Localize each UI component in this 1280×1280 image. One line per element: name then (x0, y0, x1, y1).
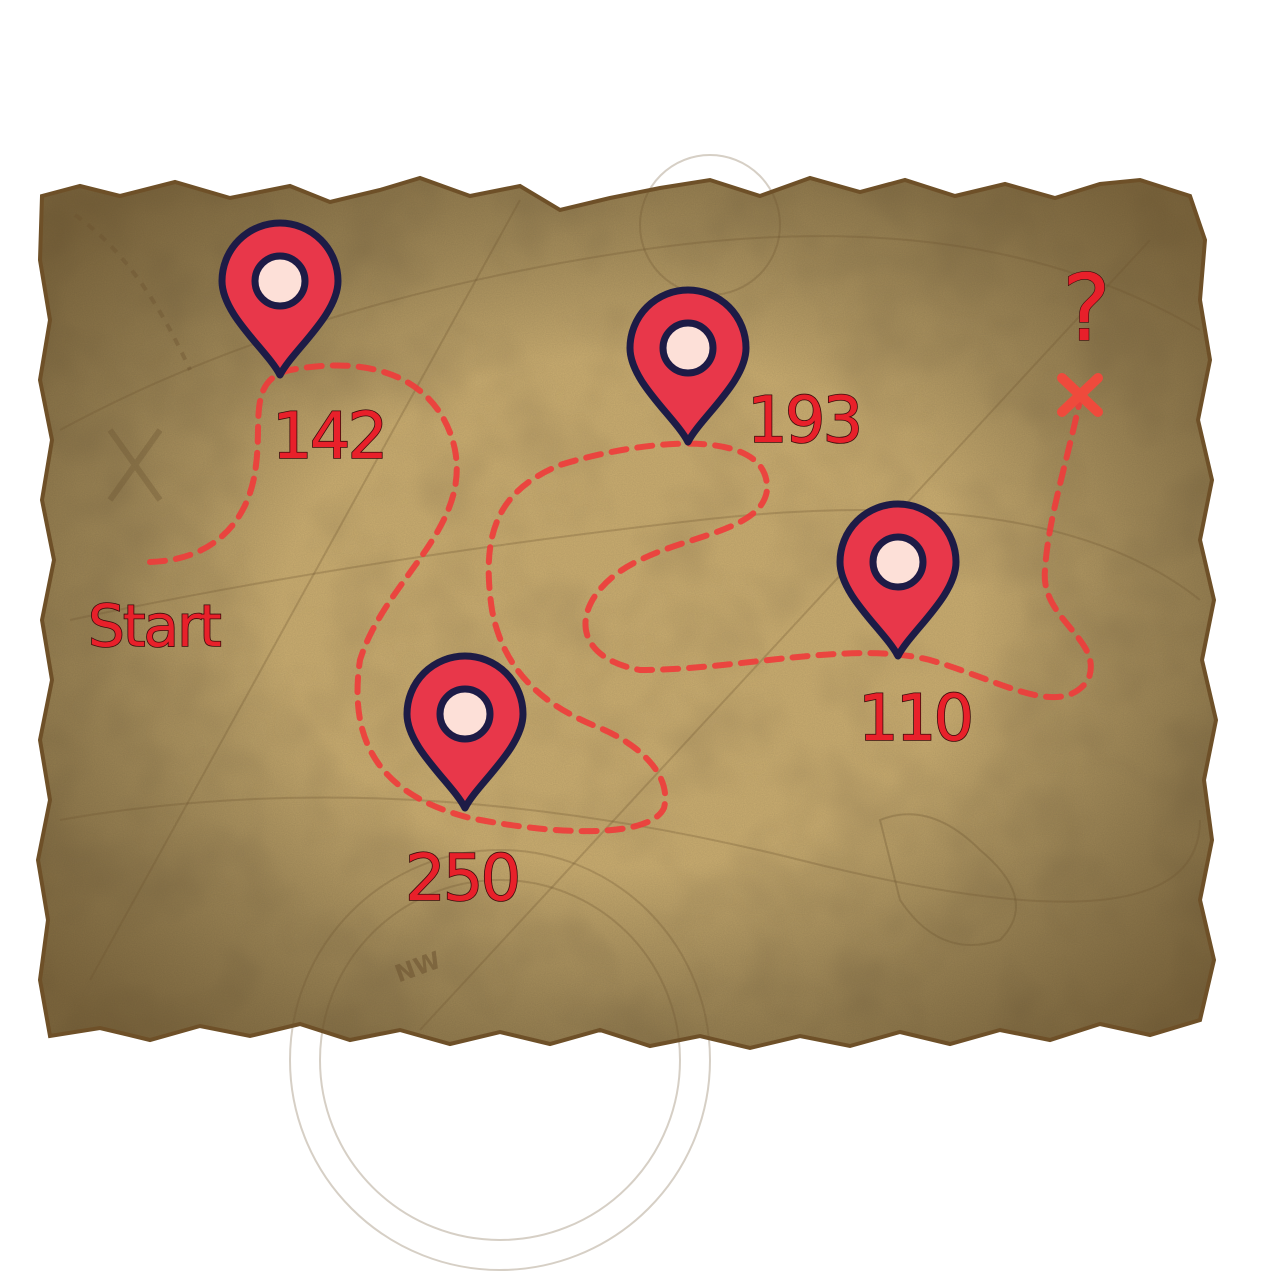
waypoint-label: 250 (405, 842, 518, 916)
start-label: Start (88, 592, 221, 660)
waypoint-label: 110 (858, 682, 971, 756)
waypoint-label: 193 (747, 384, 860, 458)
unknown-destination-label: ? (1062, 255, 1111, 362)
treasure-map: NW ? Start 142 250 193 110 (35, 154, 1219, 1271)
waypoint-label: 142 (272, 400, 385, 474)
